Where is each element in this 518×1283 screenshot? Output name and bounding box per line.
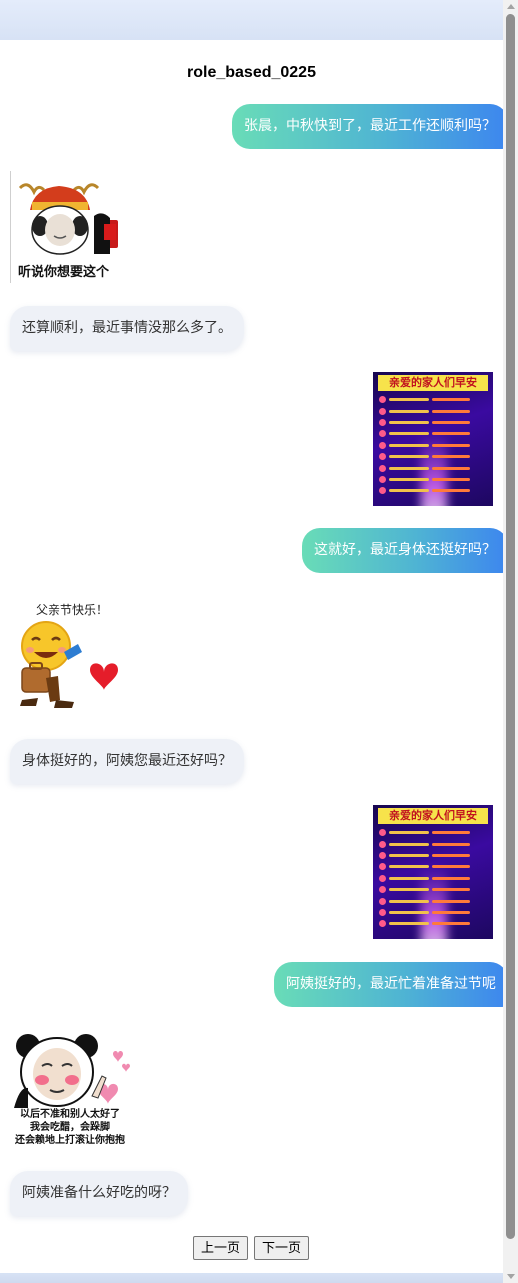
sticker-border xyxy=(10,171,11,283)
panda-meme-sticker xyxy=(14,1034,130,1108)
assistant-message-bubble: 身体挺好的，阿姨您最近还好吗？ xyxy=(10,739,244,784)
poster-title: 亲爱的家人们早安 xyxy=(378,375,488,391)
assistant-message-bubble: 阿姨准备什么好吃的呀？ xyxy=(10,1171,188,1216)
user-message-bubble: 张晨，中秋快到了，最近工作还顺利吗？ xyxy=(232,104,508,149)
sticker-caption: 听说你想要这个 xyxy=(18,264,110,279)
scroll-down-arrow-icon[interactable] xyxy=(507,1274,515,1279)
good-morning-poster-image: 亲爱的家人们早安 xyxy=(373,372,493,506)
next-page-button[interactable]: 下一页 xyxy=(254,1236,310,1260)
god-of-wealth-meme-sticker xyxy=(18,183,118,255)
vertical-scrollbar[interactable] xyxy=(503,0,518,1283)
smiley-emoji-sticker xyxy=(20,621,118,708)
bottom-frame xyxy=(0,1273,518,1283)
page-title: role_based_0225 xyxy=(187,64,316,81)
user-message-bubble: 这就好，最近身体还挺好吗？ xyxy=(302,528,508,573)
sticker-caption-line: 以后不准和别人太好了 xyxy=(20,1109,120,1120)
scroll-up-arrow-icon[interactable] xyxy=(507,4,515,9)
user-message-bubble: 阿姨挺好的，最近忙着准备过节呢 xyxy=(274,962,508,1007)
poster-text-rows xyxy=(379,827,487,930)
top-frame xyxy=(0,0,518,40)
poster-title: 亲爱的家人们早安 xyxy=(378,808,488,824)
prev-page-button[interactable]: 上一页 xyxy=(193,1236,249,1260)
good-morning-poster-image: 亲爱的家人们早安 xyxy=(373,805,493,939)
poster-text-rows xyxy=(379,394,487,497)
scrollbar-thumb[interactable] xyxy=(506,14,515,1239)
assistant-message-bubble: 还算顺利，最近事情没那么多了。 xyxy=(10,306,244,351)
sticker-caption-line: 还会赖地上打滚让你抱抱 xyxy=(15,1135,125,1146)
sticker-caption-line: 我会吃醋，会跺脚 xyxy=(30,1122,110,1133)
sticker-caption: 父亲节快乐！ xyxy=(36,603,109,617)
